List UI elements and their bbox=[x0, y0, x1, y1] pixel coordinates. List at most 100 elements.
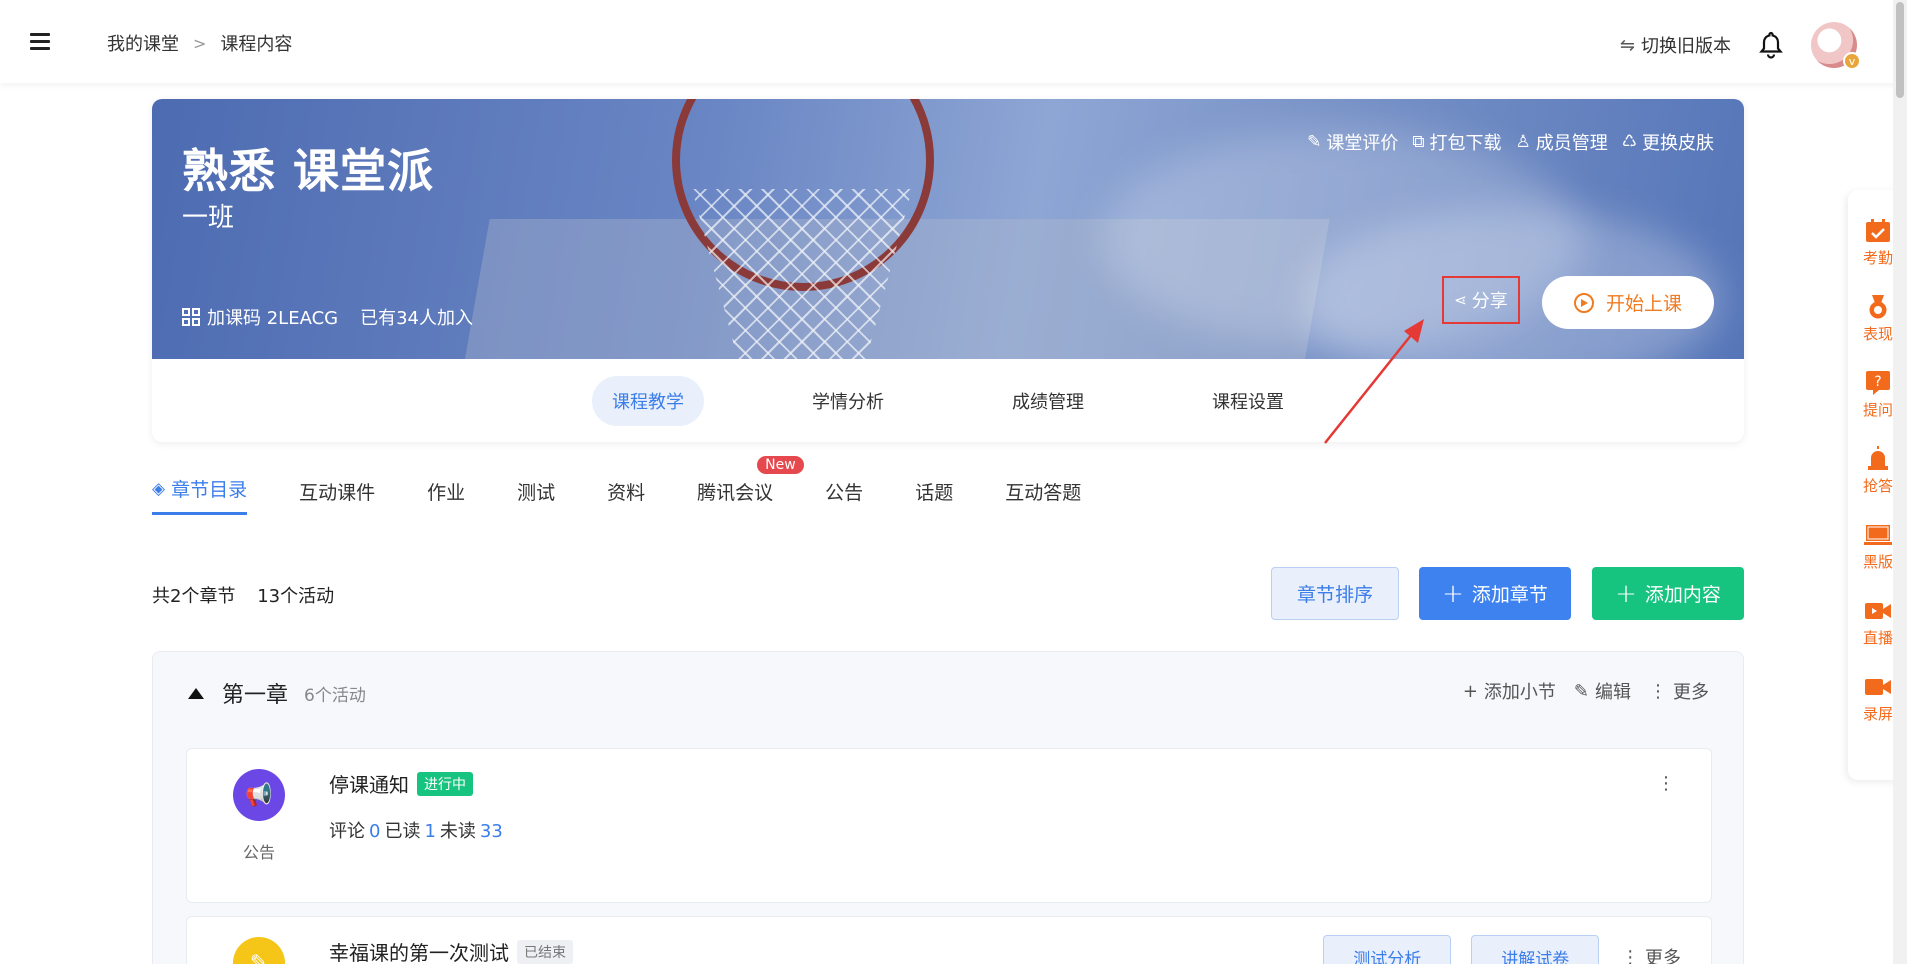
megaphone-icon: 📢 bbox=[233, 769, 285, 821]
shirt-icon: ♺ bbox=[1621, 132, 1637, 152]
swap-icon: ⇋ bbox=[1619, 34, 1635, 56]
explain-paper-button[interactable]: 讲解试卷 bbox=[1471, 935, 1600, 964]
play-icon bbox=[1573, 292, 1594, 313]
tab-tencent-meeting[interactable]: 腾讯会议 New bbox=[697, 456, 804, 515]
scrollbar-thumb[interactable] bbox=[1896, 2, 1904, 98]
activity-title-row: 停课通知 进行中 bbox=[329, 769, 473, 798]
read-count[interactable]: 1 bbox=[424, 821, 435, 842]
add-content-button[interactable]: + 添加内容 bbox=[1592, 567, 1744, 620]
tab-learning-analysis[interactable]: 学情分析 bbox=[792, 376, 904, 426]
activity-card[interactable]: ✎ 幸福课的第一次测试 已结束 测试分析 讲解试卷 ⋮ 更多 bbox=[186, 916, 1712, 964]
kebab-icon: ⋮ bbox=[1649, 680, 1667, 702]
activity-title-row: 幸福课的第一次测试 已结束 bbox=[329, 937, 573, 964]
kebab-icon: ⋮ bbox=[1621, 946, 1645, 964]
tab-materials[interactable]: 资料 bbox=[607, 478, 645, 515]
unread-count[interactable]: 33 bbox=[480, 821, 503, 842]
tab-topic[interactable]: 话题 bbox=[915, 478, 953, 515]
switch-version-label: 切换旧版本 bbox=[1641, 36, 1731, 57]
activity-title[interactable]: 停课通知 bbox=[329, 769, 409, 798]
plus-icon: + bbox=[1615, 578, 1637, 609]
activity-stats: 评论 0 已读 1 未读 33 bbox=[329, 817, 507, 843]
share-button[interactable]: ⋖ 分享 bbox=[1442, 276, 1520, 324]
menu-icon[interactable] bbox=[30, 33, 50, 50]
plus-icon: + bbox=[1442, 578, 1464, 609]
chevron-right-icon: > bbox=[193, 33, 207, 53]
content-subtabs: ◈ 章节目录 互动课件 作业 测试 资料 腾讯会议 New 公告 话题 互动答题 bbox=[152, 456, 1133, 515]
breadcrumb-home[interactable]: 我的课堂 bbox=[107, 30, 179, 56]
tab-test[interactable]: 测试 bbox=[517, 478, 555, 515]
course-title: 熟悉 课堂派 bbox=[182, 144, 435, 198]
comment-label: 评论 bbox=[329, 821, 365, 842]
switch-version-button[interactable]: ⇋ 切换旧版本 bbox=[1620, 32, 1731, 58]
chapter-more-label: 更多 bbox=[1673, 682, 1709, 703]
qr-code-icon[interactable] bbox=[182, 308, 200, 326]
plus-icon: + bbox=[1462, 680, 1478, 702]
sort-chapters-button[interactable]: 章节排序 bbox=[1271, 567, 1399, 620]
activity-more-label: 更多 bbox=[1645, 948, 1681, 964]
member-management-button[interactable]: ♙ 成员管理 bbox=[1516, 129, 1608, 155]
tab-course-settings[interactable]: 课程设置 bbox=[1192, 376, 1304, 426]
add-section-button[interactable]: + 添加小节 bbox=[1463, 678, 1556, 704]
read-label: 已读 bbox=[384, 821, 421, 842]
kebab-icon[interactable]: ⋮ bbox=[1657, 775, 1675, 793]
tab-chapter-directory[interactable]: ◈ 章节目录 bbox=[152, 475, 248, 515]
join-code[interactable]: 加课码 2LEACG bbox=[207, 304, 338, 330]
edit-icon: ✎ bbox=[1573, 680, 1589, 702]
add-chapter-button[interactable]: + 添加章节 bbox=[1419, 567, 1571, 620]
edit-chapter-button[interactable]: ✎ 编辑 bbox=[1574, 678, 1631, 704]
class-name: 一班 bbox=[182, 203, 235, 233]
course-review-button[interactable]: ✎ 课堂评价 bbox=[1307, 129, 1398, 155]
comment-count[interactable]: 0 bbox=[369, 821, 380, 842]
calendar-check-icon bbox=[1866, 219, 1890, 242]
start-class-button[interactable]: 开始上课 bbox=[1542, 276, 1714, 329]
test-analysis-button[interactable]: 测试分析 bbox=[1323, 935, 1452, 964]
new-badge: New bbox=[757, 456, 804, 474]
package-download-button[interactable]: ⧉ 打包下载 bbox=[1412, 129, 1501, 155]
bell-icon[interactable] bbox=[1759, 31, 1783, 59]
package-download-label: 打包下载 bbox=[1429, 133, 1502, 154]
avatar[interactable]: v bbox=[1811, 22, 1861, 70]
add-content-label: 添加内容 bbox=[1644, 584, 1721, 606]
joined-count[interactable]: 已有34人加入 bbox=[360, 304, 473, 330]
tab-interactive-quiz[interactable]: 互动答题 bbox=[1005, 478, 1081, 515]
question-label: 提问 bbox=[1862, 401, 1893, 419]
chapter-panel: 第一章 6个活动 + 添加小节 ✎ 编辑 ⋮ 更多 📢 公告 停课通知 进行中 … bbox=[152, 651, 1744, 964]
top-bar: 我的课堂 > 课程内容 ⇋ 切换旧版本 v bbox=[0, 0, 1907, 83]
change-skin-button[interactable]: ♺ 更换皮肤 bbox=[1622, 129, 1714, 155]
attendance-label: 考勤 bbox=[1862, 249, 1893, 267]
test-icon: ✎ bbox=[233, 937, 285, 964]
banner-actions: ✎ 课堂评价 ⧉ 打包下载 ♙ 成员管理 ♺ 更换皮肤 bbox=[1293, 129, 1714, 155]
add-section-label: 添加小节 bbox=[1483, 682, 1556, 703]
activity-type: 公告 bbox=[242, 843, 275, 862]
scrollbar[interactable] bbox=[1893, 0, 1907, 964]
chapter-summary: 共2个章节 13个活动 bbox=[152, 582, 334, 608]
medal-icon bbox=[1869, 295, 1887, 319]
svg-text:?: ? bbox=[1874, 374, 1881, 390]
tab-grade-management[interactable]: 成绩管理 bbox=[992, 376, 1104, 426]
course-card: 熟悉 课堂派 一班 加课码 2LEACG 已有34人加入 ✎ 课堂评价 ⧉ 打包… bbox=[152, 99, 1744, 442]
review-icon: ✎ bbox=[1307, 132, 1322, 152]
chapter-header: 第一章 6个活动 bbox=[188, 677, 366, 709]
chapter-title: 第一章 bbox=[222, 683, 289, 708]
status-badge: 已结束 bbox=[517, 939, 573, 964]
copy-icon: ⧉ bbox=[1412, 132, 1425, 152]
activity-card[interactable]: 📢 公告 停课通知 进行中 评论 0 已读 1 未读 33 ⋮ bbox=[186, 748, 1712, 903]
share-label: 分享 bbox=[1471, 291, 1508, 312]
performance-label: 表现 bbox=[1862, 325, 1893, 343]
activity-more-button[interactable]: ⋮ 更多 bbox=[1621, 944, 1681, 964]
alarm-light-icon bbox=[1868, 446, 1888, 470]
activity-title[interactable]: 幸福课的第一次测试 bbox=[329, 937, 509, 964]
tab-homework[interactable]: 作业 bbox=[427, 478, 465, 515]
member-management-label: 成员管理 bbox=[1535, 133, 1608, 154]
annotation-arrow bbox=[1324, 319, 1424, 444]
question-bubble-icon: ? bbox=[1866, 371, 1890, 395]
join-info: 加课码 2LEACG 已有34人加入 bbox=[182, 304, 473, 330]
chapter-more-button[interactable]: ⋮ 更多 bbox=[1649, 678, 1709, 704]
blackboard-label: 黑版 bbox=[1862, 553, 1893, 571]
collapse-triangle-icon[interactable] bbox=[188, 687, 204, 699]
start-class-label: 开始上课 bbox=[1605, 293, 1682, 315]
course-review-label: 课堂评价 bbox=[1326, 133, 1399, 154]
tab-interactive-courseware[interactable]: 互动课件 bbox=[299, 478, 375, 515]
tab-announcement[interactable]: 公告 bbox=[825, 478, 863, 515]
tab-course-teaching[interactable]: 课程教学 bbox=[592, 375, 704, 426]
